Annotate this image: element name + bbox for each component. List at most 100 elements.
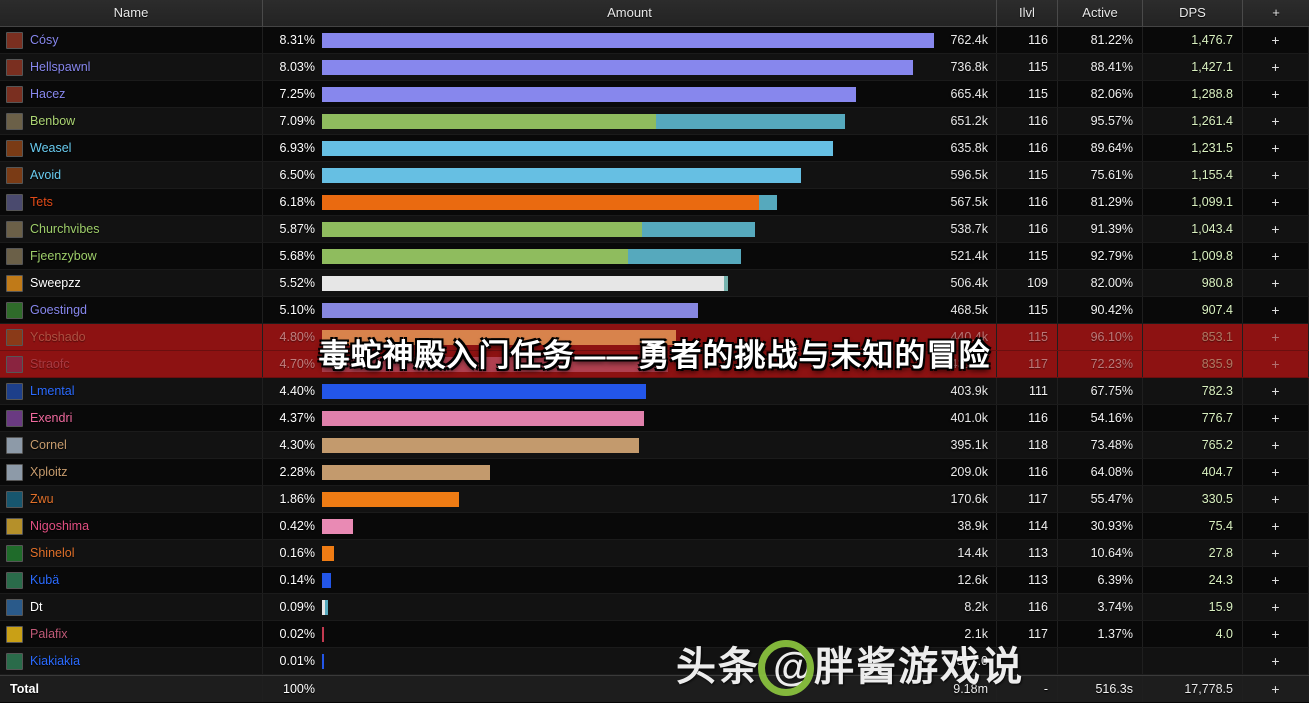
table-row[interactable]: Cósy 8.31% 762.4k 116 81.22% 1,476.7 + xyxy=(0,27,1309,54)
table-row[interactable]: Cornel 4.30% 395.1k 118 73.48% 765.2 + xyxy=(0,432,1309,459)
amount-cell[interactable]: 6.50% 596.5k xyxy=(263,162,997,188)
player-name-cell[interactable]: Hellspawnl xyxy=(0,54,263,80)
expand-button[interactable]: + xyxy=(1243,108,1309,134)
player-name-cell[interactable]: Fjeenzybow xyxy=(0,243,263,269)
table-row[interactable]: Hacez 7.25% 665.4k 115 82.06% 1,288.8 + xyxy=(0,81,1309,108)
expand-button[interactable]: + xyxy=(1243,54,1309,80)
table-row[interactable]: Fjeenzybow 5.68% 521.4k 115 92.79% 1,009.8 + xyxy=(0,243,1309,270)
amount-cell[interactable]: 4.80% 440.4k xyxy=(263,324,997,350)
table-row[interactable]: Zwu 1.86% 170.6k 117 55.47% 330.5 + xyxy=(0,486,1309,513)
expand-button[interactable]: + xyxy=(1243,459,1309,485)
amount-cell[interactable]: 6.93% 635.8k xyxy=(263,135,997,161)
expand-button[interactable]: + xyxy=(1243,216,1309,242)
table-row[interactable]: Hellspawnl 8.03% 736.8k 115 88.41% 1,427.1 + xyxy=(0,54,1309,81)
expand-button[interactable]: + xyxy=(1243,81,1309,107)
amount-cell[interactable]: 6.18% 567.5k xyxy=(263,189,997,215)
amount-cell[interactable]: 0.42% 38.9k xyxy=(263,513,997,539)
table-row[interactable]: Sweepzz 5.52% 506.4k 109 82.00% 980.8 + xyxy=(0,270,1309,297)
player-name-cell[interactable]: Palafix xyxy=(0,621,263,647)
amount-cell[interactable]: 7.25% 665.4k xyxy=(263,81,997,107)
table-row[interactable]: Lmental 4.40% 403.9k 111 67.75% 782.3 + xyxy=(0,378,1309,405)
table-row[interactable]: Churchvibes 5.87% 538.7k 116 91.39% 1,043.4 + xyxy=(0,216,1309,243)
column-header-ilvl[interactable]: Ilvl xyxy=(997,0,1058,26)
expand-button[interactable]: + xyxy=(1243,513,1309,539)
player-name-cell[interactable]: Nigoshima xyxy=(0,513,263,539)
amount-cell[interactable]: 5.87% 538.7k xyxy=(263,216,997,242)
total-row[interactable]: Total 100% 9.18m - 516.3s 17,778.5 + xyxy=(0,675,1309,702)
player-name-cell[interactable]: Exendri xyxy=(0,405,263,431)
expand-button[interactable]: + xyxy=(1243,324,1309,350)
column-header-dps[interactable]: DPS xyxy=(1143,0,1243,26)
amount-cell[interactable]: 4.37% 401.0k xyxy=(263,405,997,431)
expand-button[interactable]: + xyxy=(1243,540,1309,566)
table-row[interactable]: Avoid 6.50% 596.5k 115 75.61% 1,155.4 + xyxy=(0,162,1309,189)
player-name-cell[interactable]: Kiakiakia xyxy=(0,648,263,674)
expand-button[interactable]: + xyxy=(1243,432,1309,458)
amount-cell[interactable]: 4.70% 431.3k xyxy=(263,351,997,377)
amount-cell[interactable]: 0.14% 12.6k xyxy=(263,567,997,593)
amount-cell[interactable]: 0.01% 577.0 xyxy=(263,648,997,674)
amount-cell[interactable]: 8.03% 736.8k xyxy=(263,54,997,80)
table-row[interactable]: Straofc 4.70% 431.3k 117 72.23% 835.9 + xyxy=(0,351,1309,378)
player-name-cell[interactable]: Ycbshado xyxy=(0,324,263,350)
table-row[interactable]: Kubä 0.14% 12.6k 113 6.39% 24.3 + xyxy=(0,567,1309,594)
player-name-cell[interactable]: Cósy xyxy=(0,27,263,53)
player-name-cell[interactable]: Cornel xyxy=(0,432,263,458)
expand-button[interactable]: + xyxy=(1243,621,1309,647)
table-row[interactable]: Goestingd 5.10% 468.5k 115 90.42% 907.4 + xyxy=(0,297,1309,324)
expand-button[interactable]: + xyxy=(1243,27,1309,53)
table-row[interactable]: Shinelol 0.16% 14.4k 113 10.64% 27.8 + xyxy=(0,540,1309,567)
column-header-amount[interactable]: Amount xyxy=(263,0,997,26)
column-header-active[interactable]: Active xyxy=(1058,0,1143,26)
player-name-cell[interactable]: Benbow xyxy=(0,108,263,134)
table-row[interactable]: Palafix 0.02% 2.1k 117 1.37% 4.0 + xyxy=(0,621,1309,648)
expand-button[interactable]: + xyxy=(1243,378,1309,404)
expand-button[interactable]: + xyxy=(1243,135,1309,161)
amount-cell[interactable]: 2.28% 209.0k xyxy=(263,459,997,485)
expand-button[interactable]: + xyxy=(1243,270,1309,296)
player-name-cell[interactable]: Goestingd xyxy=(0,297,263,323)
amount-cell[interactable]: 100% 9.18m xyxy=(263,676,997,702)
table-row[interactable]: Weasel 6.93% 635.8k 116 89.64% 1,231.5 + xyxy=(0,135,1309,162)
amount-cell[interactable]: 0.02% 2.1k xyxy=(263,621,997,647)
player-name-cell[interactable]: Straofc xyxy=(0,351,263,377)
player-name-cell[interactable]: Weasel xyxy=(0,135,263,161)
table-row[interactable]: Kiakiakia 0.01% 577.0 + xyxy=(0,648,1309,675)
amount-cell[interactable]: 5.68% 521.4k xyxy=(263,243,997,269)
expand-button[interactable]: + xyxy=(1243,297,1309,323)
column-header-add[interactable]: + xyxy=(1243,0,1309,26)
expand-button[interactable]: + xyxy=(1243,189,1309,215)
table-row[interactable]: Benbow 7.09% 651.2k 116 95.57% 1,261.4 + xyxy=(0,108,1309,135)
player-name-cell[interactable]: Churchvibes xyxy=(0,216,263,242)
player-name-cell[interactable]: Lmental xyxy=(0,378,263,404)
table-row[interactable]: Xploitz 2.28% 209.0k 116 64.08% 404.7 + xyxy=(0,459,1309,486)
expand-button[interactable]: + xyxy=(1243,648,1309,674)
expand-button[interactable]: + xyxy=(1243,162,1309,188)
column-header-name[interactable]: Name xyxy=(0,0,263,26)
expand-button[interactable]: + xyxy=(1243,676,1309,702)
expand-button[interactable]: + xyxy=(1243,405,1309,431)
table-row[interactable]: Exendri 4.37% 401.0k 116 54.16% 776.7 + xyxy=(0,405,1309,432)
amount-cell[interactable]: 1.86% 170.6k xyxy=(263,486,997,512)
table-row[interactable]: Nigoshima 0.42% 38.9k 114 30.93% 75.4 + xyxy=(0,513,1309,540)
table-row[interactable]: Ycbshado 4.80% 440.4k 115 96.10% 853.1 + xyxy=(0,324,1309,351)
expand-button[interactable]: + xyxy=(1243,486,1309,512)
amount-cell[interactable]: 0.09% 8.2k xyxy=(263,594,997,620)
player-name-cell[interactable]: Dt xyxy=(0,594,263,620)
table-row[interactable]: Tets 6.18% 567.5k 116 81.29% 1,099.1 + xyxy=(0,189,1309,216)
expand-button[interactable]: + xyxy=(1243,567,1309,593)
player-name-cell[interactable]: Tets xyxy=(0,189,263,215)
amount-cell[interactable]: 5.10% 468.5k xyxy=(263,297,997,323)
amount-cell[interactable]: 7.09% 651.2k xyxy=(263,108,997,134)
player-name-cell[interactable]: Total xyxy=(0,676,263,702)
player-name-cell[interactable]: Xploitz xyxy=(0,459,263,485)
amount-cell[interactable]: 4.30% 395.1k xyxy=(263,432,997,458)
amount-cell[interactable]: 5.52% 506.4k xyxy=(263,270,997,296)
player-name-cell[interactable]: Avoid xyxy=(0,162,263,188)
expand-button[interactable]: + xyxy=(1243,243,1309,269)
table-row[interactable]: Dt 0.09% 8.2k 116 3.74% 15.9 + xyxy=(0,594,1309,621)
player-name-cell[interactable]: Hacez xyxy=(0,81,263,107)
player-name-cell[interactable]: Kubä xyxy=(0,567,263,593)
player-name-cell[interactable]: Sweepzz xyxy=(0,270,263,296)
expand-button[interactable]: + xyxy=(1243,594,1309,620)
